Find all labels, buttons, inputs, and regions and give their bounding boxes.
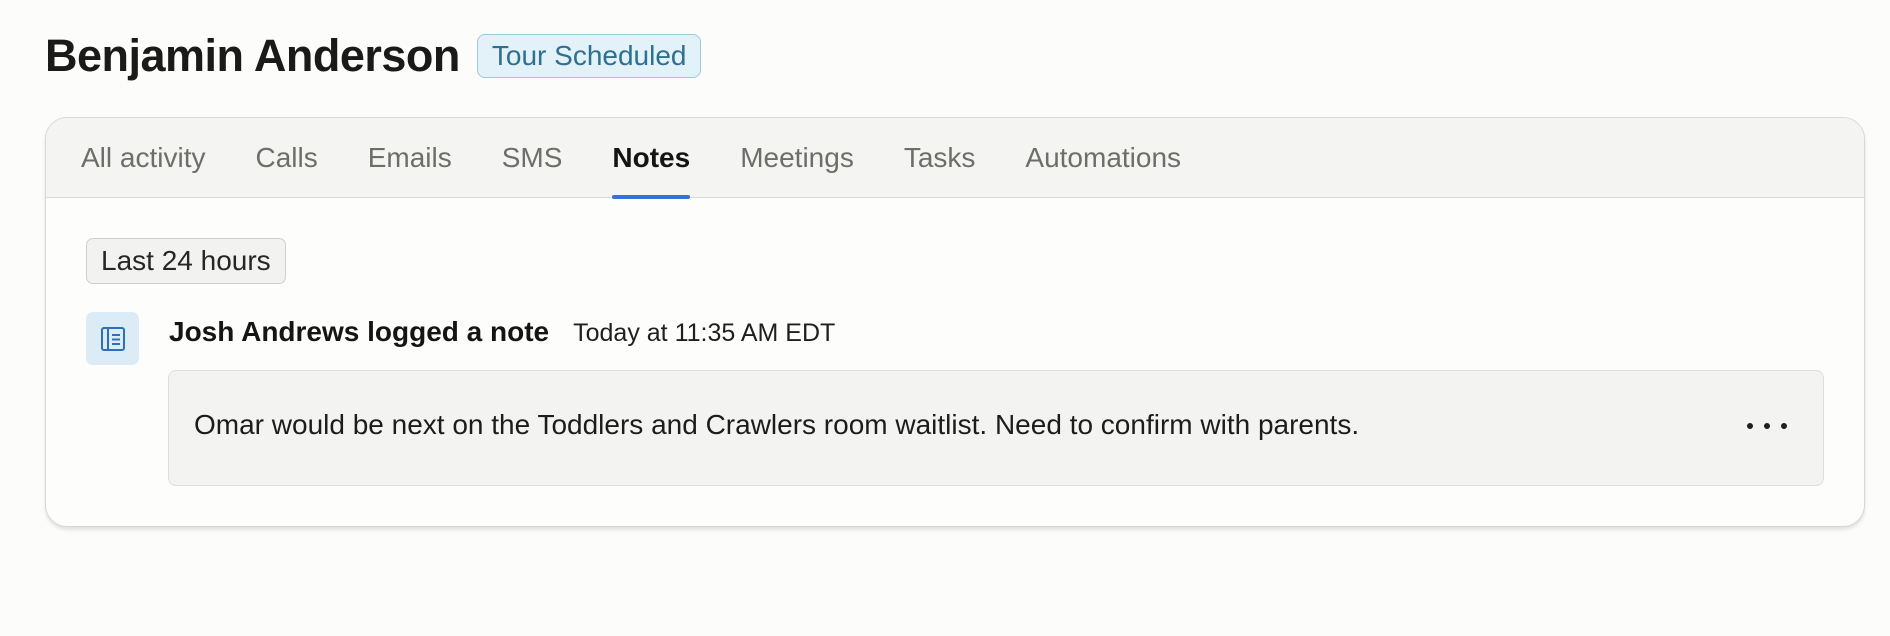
status-badge: Tour Scheduled (476, 34, 702, 78)
note-document-icon (86, 312, 139, 365)
tab-automations[interactable]: Automations (1025, 118, 1181, 197)
activity-tabs: All activity Calls Emails SMS Notes Meet… (46, 118, 1864, 199)
more-horizontal-icon[interactable] (1747, 411, 1787, 441)
tab-sms[interactable]: SMS (502, 118, 563, 197)
tab-all-activity[interactable]: All activity (81, 118, 205, 197)
tab-notes[interactable]: Notes (612, 118, 690, 199)
note-text: Omar would be next on the Toddlers and C… (194, 409, 1360, 440)
note-timestamp: Today at 11:35 AM EDT (573, 319, 836, 347)
more-dot (1781, 423, 1787, 429)
more-dot (1747, 423, 1753, 429)
tab-meetings[interactable]: Meetings (740, 118, 854, 197)
activity-card: All activity Calls Emails SMS Notes Meet… (45, 117, 1865, 527)
contact-name: Benjamin Anderson (45, 30, 460, 81)
note-header: Josh Andrews logged a note Today at 11:3… (169, 316, 835, 348)
note-document-icon-svg (100, 326, 125, 351)
note-content-box: Omar would be next on the Toddlers and C… (168, 370, 1824, 486)
more-dot (1764, 423, 1770, 429)
time-filter-chip[interactable]: Last 24 hours (86, 238, 286, 284)
page-header: Benjamin Anderson Tour Scheduled (45, 30, 702, 82)
note-author-line: Josh Andrews logged a note (169, 316, 550, 347)
tab-emails[interactable]: Emails (368, 118, 452, 197)
tab-calls[interactable]: Calls (255, 118, 317, 197)
tab-tasks[interactable]: Tasks (904, 118, 976, 197)
activity-feed: Last 24 hours Josh Andrews logged a note… (46, 198, 1864, 526)
